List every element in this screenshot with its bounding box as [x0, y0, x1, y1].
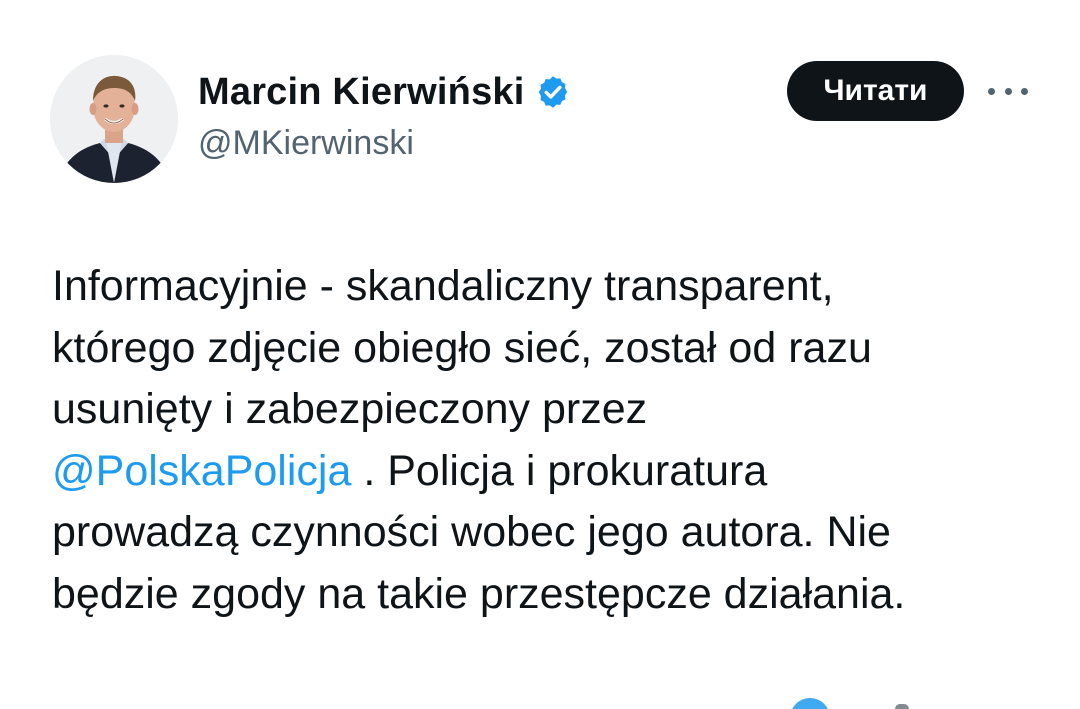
tweet-line: @PolskaPolicja . Policja i prokuratura — [52, 441, 1052, 503]
tweet-line: będzie zgody na takie przestępcze działa… — [52, 569, 906, 618]
tweet-text: Informacyjnie - skandaliczny transparent… — [52, 256, 1052, 626]
author-handle[interactable]: @MKierwinski — [198, 124, 571, 163]
partial-icon — [895, 704, 909, 709]
tweet-line: Informacyjnie - skandaliczny transparent… — [52, 262, 834, 310]
tweet-line: którego zdjęcie obiegło sieć, został od … — [52, 323, 872, 372]
author-display-name[interactable]: Marcin Kierwiński — [198, 71, 525, 114]
avatar[interactable] — [50, 55, 178, 183]
tweet-line: usunięty i zabezpieczony przez — [52, 385, 648, 434]
mention-link[interactable]: @PolskaPolicja — [52, 447, 351, 495]
verified-badge-icon[interactable] — [535, 74, 571, 110]
more-horizontal-icon[interactable] — [988, 80, 1028, 102]
author-name-row: Marcin Kierwiński — [198, 70, 571, 114]
follow-button[interactable]: Читати — [787, 61, 964, 121]
profile-photo-icon — [50, 55, 178, 183]
tweet-line-rest: . Policja i prokuratura — [351, 446, 768, 495]
author-block: Marcin Kierwiński @MKierwinski — [198, 70, 571, 163]
partial-icon — [790, 698, 830, 709]
tweet-line: prowadzą czynności wobec jego autora. Ni… — [52, 508, 891, 557]
tweet-card: Marcin Kierwiński @MKierwinski Читати In… — [0, 0, 1080, 709]
